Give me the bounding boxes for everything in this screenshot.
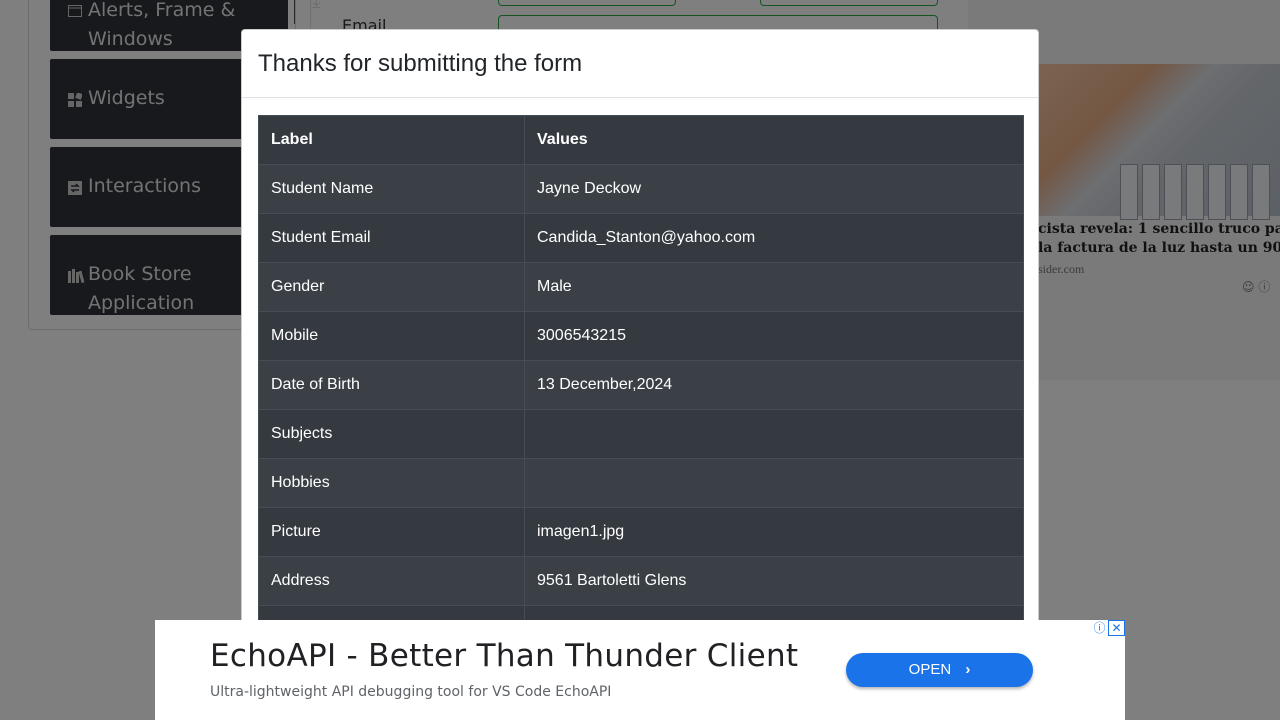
chevron-right-icon: › bbox=[965, 661, 971, 678]
row-label: Picture bbox=[258, 507, 525, 557]
table-row: Student Email Candida_Stanton@yahoo.com bbox=[258, 213, 1024, 263]
table-row: Student Name Jayne Deckow bbox=[258, 164, 1024, 214]
bottom-advertisement[interactable]: EchoAPI - Better Than Thunder Client Ult… bbox=[155, 620, 1125, 720]
row-label: Mobile bbox=[258, 311, 525, 361]
row-value: imagen1.jpg bbox=[524, 507, 1024, 557]
ad-title[interactable]: EchoAPI - Better Than Thunder Client bbox=[210, 638, 798, 674]
column-header-label: Label bbox=[258, 115, 525, 165]
row-value: 3006543215 bbox=[524, 311, 1024, 361]
row-label: Student Name bbox=[258, 164, 525, 214]
info-icon[interactable]: ⓘ bbox=[1091, 620, 1108, 636]
row-label: Subjects bbox=[258, 409, 525, 459]
ad-subtitle: Ultra-lightweight API debugging tool for… bbox=[210, 684, 612, 700]
table-row: Gender Male bbox=[258, 262, 1024, 312]
table-row: Address 9561 Bartoletti Glens bbox=[258, 556, 1024, 606]
table-row: Hobbies bbox=[258, 458, 1024, 508]
table-row: Subjects bbox=[258, 409, 1024, 459]
row-label: Hobbies bbox=[258, 458, 525, 508]
table-row: Date of Birth 13 December,2024 bbox=[258, 360, 1024, 410]
row-value: Candida_Stanton@yahoo.com bbox=[524, 213, 1024, 263]
table-row: Mobile 3006543215 bbox=[258, 311, 1024, 361]
results-table: Label Values Student Name Jayne Deckow S… bbox=[258, 115, 1024, 635]
column-header-values: Values bbox=[524, 115, 1024, 165]
close-icon[interactable]: ✕ bbox=[1108, 620, 1125, 636]
table-row: Picture imagen1.jpg bbox=[258, 507, 1024, 557]
open-button-label: OPEN bbox=[908, 661, 952, 678]
row-label: Student Email bbox=[258, 213, 525, 263]
ad-choices[interactable]: ⓘ ✕ bbox=[1091, 620, 1125, 636]
row-value bbox=[524, 458, 1024, 508]
row-value: Male bbox=[524, 262, 1024, 312]
row-label: Address bbox=[258, 556, 525, 606]
table-header-row: Label Values bbox=[258, 115, 1024, 165]
results-table-container[interactable]: Label Values Student Name Jayne Deckow S… bbox=[258, 115, 1024, 635]
submission-modal: Thanks for submitting the form Label Val… bbox=[241, 29, 1039, 720]
modal-title: Thanks for submitting the form bbox=[258, 50, 583, 77]
row-label: Date of Birth bbox=[258, 360, 525, 410]
row-value: Jayne Deckow bbox=[524, 164, 1024, 214]
row-value bbox=[524, 409, 1024, 459]
open-button[interactable]: OPEN › bbox=[846, 653, 1033, 687]
row-value: 9561 Bartoletti Glens bbox=[524, 556, 1024, 606]
modal-header: Thanks for submitting the form bbox=[242, 30, 1038, 98]
row-value: 13 December,2024 bbox=[524, 360, 1024, 410]
row-label: Gender bbox=[258, 262, 525, 312]
